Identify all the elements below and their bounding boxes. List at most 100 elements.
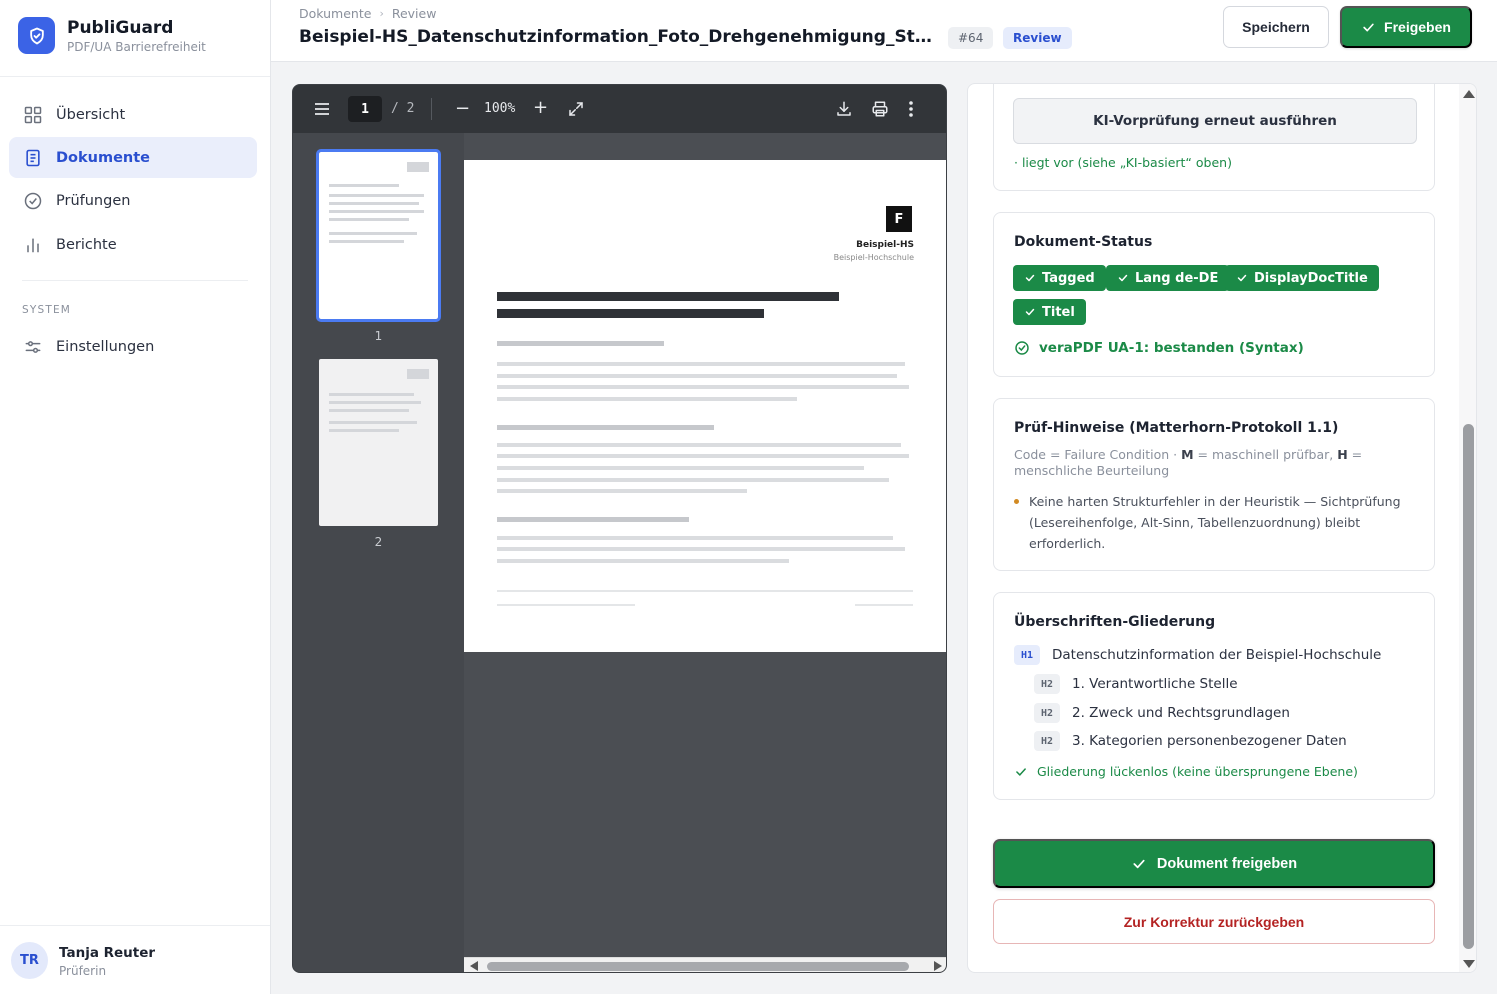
page-thumbnail-2[interactable] xyxy=(319,359,438,526)
check-hints-title: Prüf-Hinweise (Matterhorn-Protokoll 1.1) xyxy=(1014,420,1339,436)
status-tag-label: Lang de-DE xyxy=(1135,270,1219,286)
scrollbar-thumb[interactable] xyxy=(1463,424,1474,949)
outline-row-h2[interactable]: H2 2. Zweck und Rechtsgrundlagen xyxy=(1034,703,1290,723)
hint-legend: Code = Failure Condition · M = maschinel… xyxy=(1014,447,1414,479)
document-status-card: Dokument-Status Tagged Lang de-DE Displa… xyxy=(993,212,1435,377)
avatar: TR xyxy=(11,942,48,979)
pdf-viewer: 1 / 2 − 100% + 1 2 F Beispiel-HS Beispie… xyxy=(292,84,947,973)
check-icon xyxy=(1237,274,1247,282)
return-for-correction-button[interactable]: Zur Korrektur zurückgeben xyxy=(993,899,1435,944)
status-tag-label: Tagged xyxy=(1042,270,1095,286)
legend-m: M xyxy=(1181,447,1194,462)
page-total: / 2 xyxy=(391,101,415,116)
verapdf-result-label: veraPDF UA-1: bestanden (Syntax) xyxy=(1039,340,1304,356)
outline-result: Gliederung lückenlos (keine übersprungen… xyxy=(1014,764,1358,779)
outline-result-label: Gliederung lückenlos (keine übersprungen… xyxy=(1037,764,1358,779)
brand-name: PubliGuard xyxy=(67,18,174,38)
heading-level-badge: H2 xyxy=(1034,674,1060,694)
approve-document-button[interactable]: Dokument freigeben xyxy=(993,839,1435,888)
sidebar-item-settings[interactable]: Einstellungen xyxy=(9,326,257,367)
thumbnail-sidebar: 1 2 xyxy=(293,133,464,972)
grid-icon xyxy=(24,106,42,124)
heading-outline-title: Überschriften-Gliederung xyxy=(1014,614,1216,630)
document-logo: F xyxy=(886,206,912,232)
heading-outline-card: Überschriften-Gliederung H1 Datenschutzi… xyxy=(993,592,1435,800)
status-tag-label: DisplayDocTitle xyxy=(1254,270,1368,286)
outline-row-h2[interactable]: H2 1. Verantwortliche Stelle xyxy=(1034,674,1238,694)
viewer-toolbar: 1 / 2 − 100% + xyxy=(293,85,946,133)
sidebar-item-documents[interactable]: Dokumente xyxy=(9,137,257,178)
scroll-up-icon[interactable] xyxy=(1463,90,1475,98)
outline-row-h1[interactable]: H1 Datenschutzinformation der Beispiel-H… xyxy=(1014,645,1381,665)
check-icon xyxy=(1025,308,1035,316)
scroll-right-icon[interactable] xyxy=(934,961,942,971)
bar-chart-icon xyxy=(27,238,39,253)
ki-precheck-card: KI-Vorprüfung erneut ausführen · liegt v… xyxy=(993,84,1435,191)
sliders-icon xyxy=(25,341,41,353)
document-id-badge: #64 xyxy=(948,27,994,49)
heading-level-badge: H2 xyxy=(1034,703,1060,723)
document-status-title: Dokument-Status xyxy=(1014,234,1153,250)
hint-item: Keine harten Strukturfehler in der Heuri… xyxy=(1029,494,1401,551)
review-panel: KI-Vorprüfung erneut ausführen · liegt v… xyxy=(967,83,1477,973)
heading-level-badge: H2 xyxy=(1034,731,1060,751)
user-role: Prüferin xyxy=(59,964,107,978)
breadcrumb-review: Review xyxy=(391,6,437,21)
print-icon[interactable] xyxy=(871,100,889,118)
scroll-left-icon[interactable] xyxy=(470,961,478,971)
header: Dokumente › Review Beispiel-HS_Datenschu… xyxy=(271,0,1497,62)
heading-text: 1. Verantwortliche Stelle xyxy=(1072,676,1238,692)
legend-code: Code = Failure Condition · xyxy=(1014,447,1182,462)
heading-level-badge: H1 xyxy=(1014,645,1040,665)
status-tag-tagged: Tagged xyxy=(1013,265,1106,291)
release-button[interactable]: Freigeben xyxy=(1340,6,1472,48)
zoom-in-button[interactable]: + xyxy=(533,97,548,118)
sidebar-item-reports[interactable]: Berichte xyxy=(9,224,257,265)
pdf-page-1: F Beispiel-HS Beispiel-Hochschule xyxy=(464,160,946,652)
status-tag-label: Titel xyxy=(1042,304,1075,320)
vertical-scrollbar[interactable] xyxy=(1459,84,1476,972)
sidebar-item-label: Dokumente xyxy=(56,149,150,166)
page-canvas[interactable]: F Beispiel-HS Beispiel-Hochschule xyxy=(464,133,946,957)
check-circle-icon xyxy=(1015,341,1029,355)
fit-page-icon[interactable] xyxy=(567,100,585,118)
breadcrumb-documents[interactable]: Dokumente xyxy=(299,6,371,21)
zoom-out-button[interactable]: − xyxy=(455,98,470,119)
brand: PubliGuard PDF/UA Barrierefreiheit xyxy=(0,0,270,77)
zoom-level[interactable]: 100% xyxy=(484,101,515,116)
horizontal-scrollbar[interactable] xyxy=(464,957,946,972)
check-icon xyxy=(1016,767,1026,776)
page-thumbnail-1[interactable] xyxy=(316,149,441,322)
document-org: Beispiel-HS xyxy=(856,240,914,250)
check-icon xyxy=(1363,23,1374,31)
status-badge: Review xyxy=(1003,27,1072,49)
sidebar-item-checks[interactable]: Prüfungen xyxy=(9,180,257,221)
nav-divider xyxy=(22,280,248,281)
scroll-down-icon[interactable] xyxy=(1463,960,1475,968)
sidebar-item-overview[interactable]: Übersicht xyxy=(9,94,257,135)
outline-row-h2[interactable]: H2 3. Kategorien personenbezogener Daten xyxy=(1034,731,1347,751)
menu-icon[interactable] xyxy=(313,101,331,117)
warning-dot-icon xyxy=(1014,499,1019,504)
thumbnail-label-2: 2 xyxy=(374,535,383,549)
heading-text: Datenschutzinformation der Beispiel-Hoch… xyxy=(1052,647,1382,663)
sidebar-item-label: Prüfungen xyxy=(56,192,131,209)
check-icon xyxy=(1025,274,1035,282)
scrollbar-thumb[interactable] xyxy=(487,962,909,971)
sidebar-item-label: Übersicht xyxy=(56,106,126,123)
heading-text: 3. Kategorien personenbezogener Daten xyxy=(1072,733,1347,749)
more-vertical-icon[interactable] xyxy=(908,100,914,118)
check-hints-card: Prüf-Hinweise (Matterhorn-Protokoll 1.1)… xyxy=(993,398,1435,571)
status-tag-lang: Lang de-DE xyxy=(1106,265,1230,291)
legend-m-text: = maschinell prüfbar, xyxy=(1193,447,1338,462)
check-icon xyxy=(1118,274,1128,282)
chevron-right-icon: › xyxy=(379,7,384,20)
shield-check-icon xyxy=(18,17,55,54)
rerun-ki-check-button[interactable]: KI-Vorprüfung erneut ausführen xyxy=(1013,98,1417,144)
save-button[interactable]: Speichern xyxy=(1223,6,1329,48)
section-label-system: SYSTEM xyxy=(22,304,72,316)
user-profile[interactable]: TR Tanja Reuter Prüferin xyxy=(0,925,270,994)
page-number-input[interactable]: 1 xyxy=(348,96,382,122)
breadcrumb: Dokumente › Review xyxy=(299,6,436,21)
download-icon[interactable] xyxy=(835,100,853,118)
